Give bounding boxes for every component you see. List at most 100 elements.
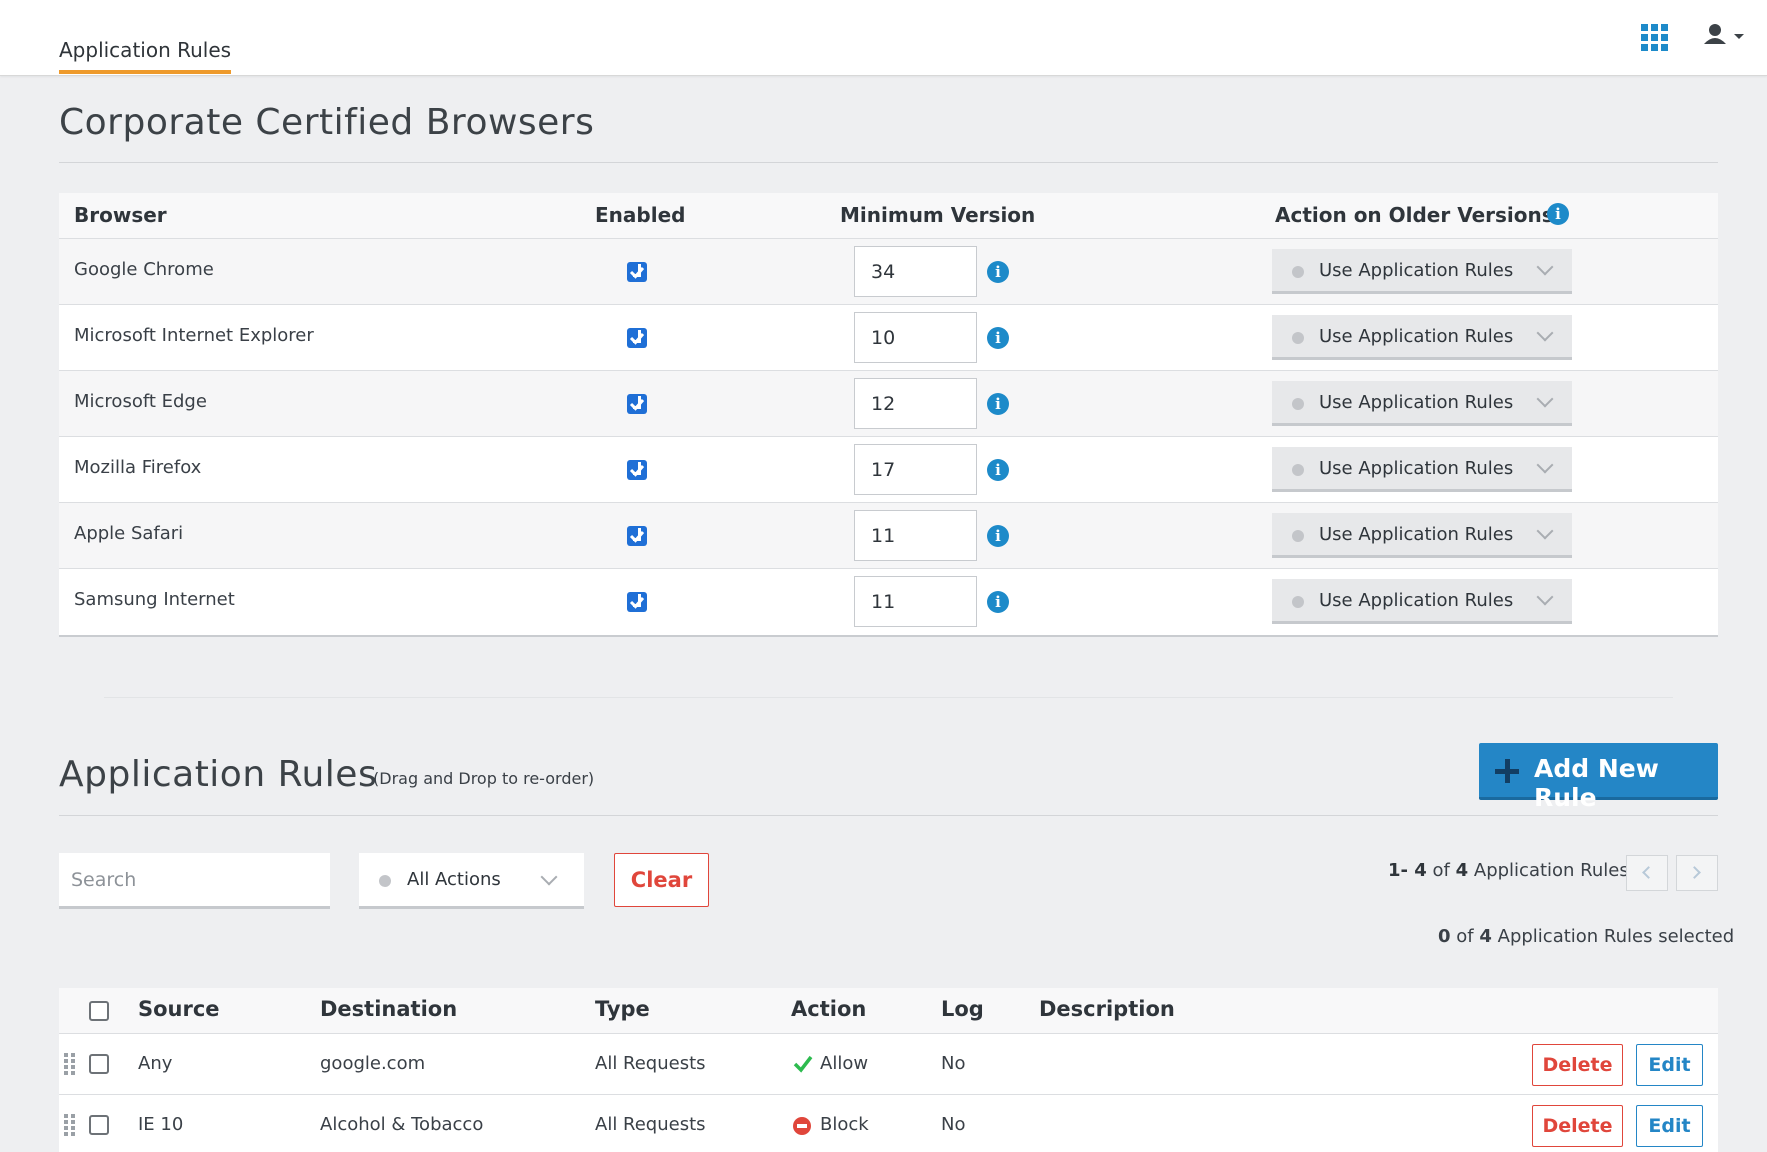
min-version-input[interactable]: 34 (854, 246, 977, 297)
rules-table: Source Destination Type Action Log Descr… (59, 988, 1718, 1152)
block-icon (793, 1117, 811, 1135)
info-icon[interactable]: i (987, 393, 1009, 415)
add-new-rule-button[interactable]: Add New Rule (1479, 743, 1718, 812)
row-checkbox[interactable] (89, 1115, 109, 1135)
action-select-value: Use Application Rules (1319, 524, 1514, 545)
column-description: Description (1039, 997, 1175, 1021)
paging-label: Application Rules (1473, 860, 1629, 881)
info-icon[interactable]: i (987, 261, 1009, 283)
chevron-down-icon (1536, 390, 1554, 408)
edit-button[interactable]: Edit (1636, 1105, 1703, 1147)
browsers-section-title: Corporate Certified Browsers (59, 102, 595, 143)
action-select[interactable]: Use Application Rules (1272, 579, 1572, 624)
action-select[interactable]: Use Application Rules (1272, 315, 1572, 360)
tab-application-rules[interactable]: Application Rules (59, 38, 232, 74)
chevron-left-icon (1642, 866, 1655, 879)
enabled-checkbox[interactable] (627, 394, 647, 414)
clear-button[interactable]: Clear (614, 853, 709, 907)
column-action-older: Action on Older Versions (1275, 203, 1554, 227)
min-version-input[interactable]: 11 (854, 576, 977, 627)
user-menu-icon[interactable] (1704, 22, 1748, 48)
column-action: Action (791, 997, 867, 1021)
browsers-table: Browser Enabled Minimum Version Action o… (59, 193, 1718, 637)
enabled-checkbox[interactable] (627, 328, 647, 348)
rule-type: All Requests (595, 1053, 706, 1074)
top-bar: Application Rules (0, 0, 1767, 76)
rules-table-header: Source Destination Type Action Log Descr… (59, 988, 1718, 1034)
paging-summary: 1- 4 of 4 Application Rules (1388, 860, 1629, 881)
selection-total: 4 (1479, 926, 1492, 947)
table-row[interactable]: IE 10 Alcohol & Tobacco All Requests Block N… (59, 1095, 1718, 1152)
rules-section-title: Application Rules (59, 754, 378, 795)
chevron-down-icon (1536, 324, 1554, 342)
enabled-checkbox[interactable] (627, 526, 647, 546)
enabled-checkbox[interactable] (627, 460, 647, 480)
rule-source: IE 10 (138, 1114, 184, 1135)
check-icon (793, 1054, 813, 1074)
chevron-down-icon (1536, 456, 1554, 474)
plus-icon (1495, 759, 1519, 783)
drag-handle-icon[interactable] (64, 1053, 76, 1075)
status-dot-icon (1292, 332, 1304, 344)
action-filter-select[interactable]: All Actions (359, 853, 584, 909)
min-version-input[interactable]: 11 (854, 510, 977, 561)
divider (59, 162, 1718, 163)
chevron-down-icon (1536, 588, 1554, 606)
status-dot-icon (1292, 266, 1304, 278)
column-min-version: Minimum Version (840, 203, 1036, 227)
paging-of: of (1432, 860, 1450, 881)
column-destination: Destination (320, 997, 458, 1021)
info-icon[interactable]: i (987, 525, 1009, 547)
browser-name: Microsoft Internet Explorer (74, 325, 314, 346)
apps-grid-icon[interactable] (1641, 24, 1668, 51)
min-version-input[interactable]: 17 (854, 444, 977, 495)
info-icon[interactable]: i (987, 591, 1009, 613)
paging-range: 1- 4 (1388, 860, 1427, 881)
action-select[interactable]: Use Application Rules (1272, 447, 1572, 492)
row-checkbox[interactable] (89, 1054, 109, 1074)
chevron-down-icon (540, 868, 558, 886)
status-dot-icon (1292, 464, 1304, 476)
status-dot-icon (1292, 596, 1304, 608)
min-version-input[interactable]: 12 (854, 378, 977, 429)
drag-handle-icon[interactable] (64, 1114, 76, 1136)
table-row[interactable]: Any google.com All Requests Allow No Delete Ed… (59, 1034, 1718, 1095)
column-source: Source (138, 997, 220, 1021)
status-dot-icon (379, 875, 391, 887)
action-select[interactable]: Use Application Rules (1272, 381, 1572, 426)
selection-summary: 0 of 4 Application Rules selected (1438, 926, 1734, 947)
enabled-checkbox[interactable] (627, 262, 647, 282)
delete-button[interactable]: Delete (1532, 1044, 1623, 1086)
chevron-down-icon (1536, 258, 1554, 276)
browser-name: Apple Safari (74, 523, 184, 544)
select-all-checkbox[interactable] (89, 1001, 109, 1021)
column-log: Log (941, 997, 984, 1021)
rule-action: Block (820, 1114, 869, 1135)
action-select[interactable]: Use Application Rules (1272, 249, 1572, 294)
browser-name: Microsoft Edge (74, 391, 207, 412)
enabled-checkbox[interactable] (627, 592, 647, 612)
browser-name: Google Chrome (74, 259, 214, 280)
edit-button[interactable]: Edit (1636, 1044, 1703, 1086)
browser-row: Microsoft Internet Explorer 10 i Use Applic… (59, 305, 1718, 371)
action-select[interactable]: Use Application Rules (1272, 513, 1572, 558)
paging-total: 4 (1455, 860, 1469, 881)
browsers-table-header: Browser Enabled Minimum Version Action o… (59, 193, 1718, 239)
status-dot-icon (1292, 398, 1304, 410)
info-icon[interactable]: i (1547, 203, 1569, 225)
info-icon[interactable]: i (987, 327, 1009, 349)
action-select-value: Use Application Rules (1319, 260, 1514, 281)
min-version-input[interactable]: 10 (854, 312, 977, 363)
prev-page-button[interactable] (1626, 855, 1668, 891)
search-input[interactable] (59, 853, 330, 909)
chevron-down-icon (1536, 522, 1554, 540)
action-filter-value: All Actions (407, 869, 501, 890)
rule-type: All Requests (595, 1114, 706, 1135)
column-enabled: Enabled (595, 203, 686, 227)
next-page-button[interactable] (1676, 855, 1718, 891)
browser-row: Apple Safari 11 i Use Application Rules (59, 503, 1718, 569)
info-icon[interactable]: i (987, 459, 1009, 481)
browser-name: Samsung Internet (74, 589, 235, 610)
rule-log: No (941, 1053, 966, 1074)
delete-button[interactable]: Delete (1532, 1105, 1623, 1147)
